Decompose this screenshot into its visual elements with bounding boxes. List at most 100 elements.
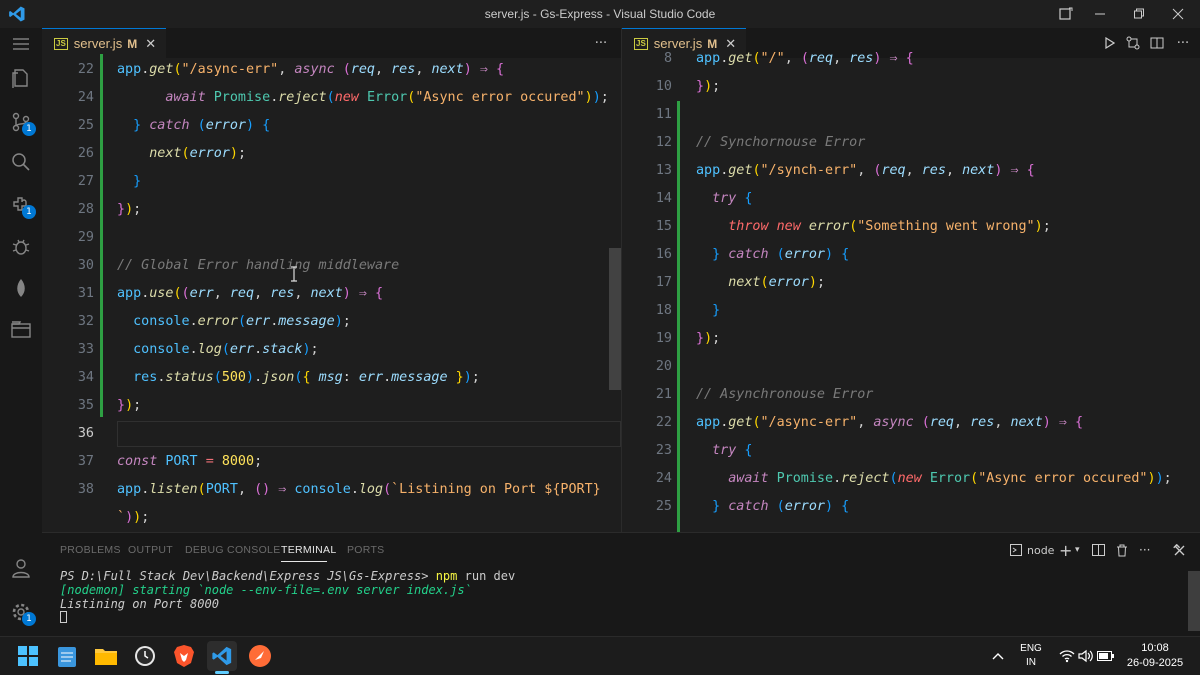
clock-app-icon[interactable] (130, 641, 160, 671)
folder-panel-icon[interactable] (0, 308, 42, 352)
source-control-icon[interactable]: 1 (0, 100, 42, 144)
right-code-editor[interactable]: 8 app.get("/", (req, res) ⇒ {10}); 11 12// … (622, 51, 1200, 532)
code-line[interactable]: 28}); (42, 196, 621, 224)
code-line[interactable]: 22 app.get("/async-err", async (req, res,… (622, 409, 1200, 437)
code-token: message (278, 314, 335, 329)
layout-customize-icon[interactable] (1048, 0, 1084, 28)
minimize-button[interactable] (1082, 0, 1118, 28)
tab-debug-console[interactable]: DEBUG CONSOLE (185, 544, 281, 556)
code-line[interactable]: 18 } (622, 297, 1200, 325)
source-control-badge: 1 (22, 122, 36, 136)
code-line[interactable]: 24 await Promise.reject(new Error("Async… (42, 84, 621, 112)
code-line[interactable]: 11 (622, 101, 1200, 129)
code-line[interactable]: 25 } catch (error) { (42, 112, 621, 140)
start-menu-icon[interactable] (13, 641, 43, 671)
code-line[interactable]: 8 app.get("/", (req, res) ⇒ { (622, 45, 1200, 73)
terminal-output[interactable]: PS D:\Full Stack Dev\Backend\Express JS\… (60, 569, 515, 626)
code-line[interactable]: 27 } (42, 168, 621, 196)
extensions-remote-icon[interactable]: 1 (0, 183, 42, 227)
battery-icon[interactable] (1091, 641, 1121, 671)
kill-terminal-icon[interactable] (1116, 541, 1128, 559)
tab-close-icon[interactable]: ✕ (145, 36, 156, 52)
manage-gear-icon[interactable]: 1 (0, 590, 42, 634)
code-line[interactable]: 26 next(error); (42, 140, 621, 168)
code-line[interactable]: 34 res.status(500).json({ msg: err.messa… (42, 364, 621, 392)
code-line[interactable]: 16 } catch (error) { (622, 241, 1200, 269)
tab-ports[interactable]: PORTS (347, 544, 384, 556)
code-line[interactable]: 21 // Asynchronouse Error (622, 381, 1200, 409)
more-actions-icon[interactable]: ··· (1139, 541, 1150, 559)
terminal-scrollbar[interactable] (1188, 571, 1200, 631)
code-token: ) (463, 370, 472, 385)
left-code-editor[interactable]: 22 app.get("/async-err", async (req, res,… (42, 54, 621, 532)
show-hidden-icons-chevron[interactable] (983, 641, 1013, 671)
left-editor-scrollbar[interactable] (609, 248, 621, 390)
chevron-down-icon[interactable]: ▾ (1075, 541, 1080, 559)
code-token: reject (841, 471, 890, 486)
code-line[interactable]: 38 app.listen(PORT, () ⇒ console.log(`Lis… (42, 476, 621, 504)
code-line[interactable]: 37 const PORT = 8000; (42, 448, 621, 476)
code-text: } catch (error) { (117, 112, 270, 140)
code-line[interactable]: 13 app.get("/synch-err", (req, res, next)… (622, 157, 1200, 185)
code-line[interactable]: 32 console.error(err.message); (42, 308, 621, 336)
clock-time[interactable]: 10:08 (1120, 642, 1190, 654)
code-line[interactable]: 31 app.use((err, req, res, next) ⇒ { (42, 280, 621, 308)
code-line[interactable]: 29 (42, 224, 621, 252)
code-token: async (294, 62, 335, 77)
language-indicator-top[interactable]: ENG (1016, 643, 1046, 654)
code-line[interactable]: 24 await Promise.reject(new Error("Async… (622, 465, 1200, 493)
clock-date[interactable]: 26-09-2025 (1120, 657, 1190, 669)
tab-terminal[interactable]: TERMINAL (281, 544, 337, 556)
restore-button[interactable] (1121, 0, 1157, 28)
code-token: "/" (760, 51, 785, 66)
notepad-app-icon[interactable] (52, 641, 82, 671)
code-line[interactable]: 25 } catch (error) { (622, 493, 1200, 521)
language-indicator-bottom[interactable]: IN (1016, 657, 1046, 668)
code-line[interactable]: 17 next(error); (622, 269, 1200, 297)
split-terminal-icon[interactable] (1092, 541, 1105, 559)
search-icon[interactable] (0, 140, 42, 184)
close-window-button[interactable] (1160, 0, 1196, 28)
more-actions-icon[interactable]: ··· (590, 28, 612, 58)
mongodb-icon[interactable] (0, 266, 42, 310)
code-token: "/async-err" (181, 62, 279, 77)
tab-output[interactable]: OUTPUT (128, 544, 173, 556)
code-line[interactable]: 22 app.get("/async-err", async (req, res,… (42, 56, 621, 84)
vscode-taskbar-icon[interactable] (207, 641, 237, 671)
close-panel-icon[interactable] (1174, 541, 1185, 559)
line-number: 35 (77, 398, 94, 413)
accounts-icon[interactable] (0, 546, 42, 590)
explorer-icon[interactable] (0, 56, 42, 100)
code-token: err (229, 342, 255, 357)
code-line[interactable]: 23 try { (622, 437, 1200, 465)
file-explorer-icon[interactable] (91, 641, 121, 671)
code-token: . (189, 314, 198, 329)
tab-problems[interactable]: PROBLEMS (60, 544, 121, 556)
debug-icon[interactable] (0, 224, 42, 268)
code-line[interactable]: 30 // Global Error handling middleware (42, 252, 621, 280)
line-number: 24 (655, 471, 672, 486)
code-line[interactable]: 19}); (622, 325, 1200, 353)
code-line[interactable]: 33 console.log(err.stack); (42, 336, 621, 364)
brave-browser-icon[interactable] (169, 641, 199, 671)
left-tab-server-js[interactable]: JS server.js M ✕ (42, 28, 167, 58)
postman-app-icon[interactable] (245, 641, 275, 671)
terminal-instance[interactable]: node (1010, 541, 1054, 559)
code-token: msg (318, 370, 343, 385)
code-token: req (350, 62, 375, 77)
code-line[interactable]: 10}); (622, 73, 1200, 101)
code-line[interactable]: 14 try { (622, 185, 1200, 213)
new-terminal-button[interactable]: + (1059, 541, 1072, 560)
code-token: ( (197, 118, 206, 133)
code-token: ( (752, 163, 761, 178)
window-title: server.js - Gs-Express - Visual Studio C… (484, 7, 716, 21)
code-token: ; (712, 331, 721, 346)
code-line[interactable]: `)); (42, 504, 621, 532)
code-line[interactable]: 35}); (42, 392, 621, 420)
code-line[interactable]: 15 throw new error("Something went wrong… (622, 213, 1200, 241)
code-line[interactable]: 20 (622, 353, 1200, 381)
code-line[interactable]: 12 // Synchornouse Error (622, 129, 1200, 157)
